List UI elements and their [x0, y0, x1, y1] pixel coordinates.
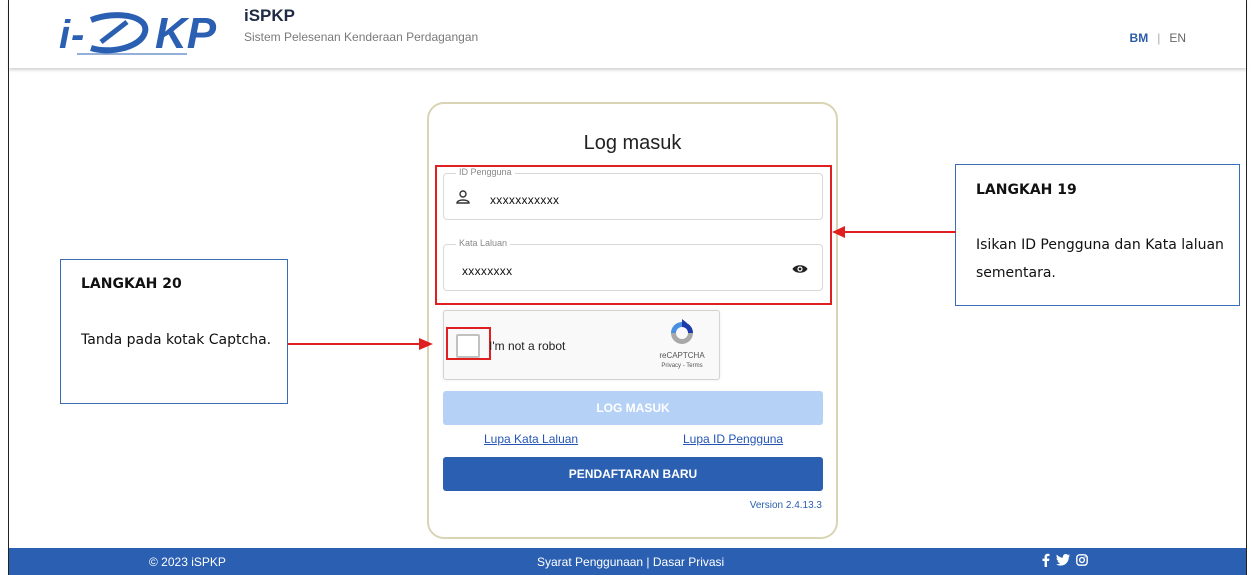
- forgot-password-link[interactable]: Lupa Kata Laluan: [484, 432, 578, 446]
- footer-links[interactable]: Syarat Penggunaan | Dasar Privasi: [537, 555, 724, 569]
- register-button[interactable]: PENDAFTARAN BARU: [443, 457, 823, 491]
- top-header: i - KP iSPKP Sistem Pelesenan Kenderaan …: [9, 0, 1246, 68]
- annotation-step-20-body: Tanda pada kotak Captcha.: [81, 332, 272, 348]
- login-button[interactable]: LOG MASUK: [443, 391, 823, 425]
- login-card: Log masuk ID Pengguna xxxxxxxxxxx Kata L…: [427, 102, 838, 539]
- social-links: [1041, 553, 1088, 567]
- twitter-icon[interactable]: [1056, 554, 1070, 566]
- lang-en-link[interactable]: EN: [1169, 31, 1186, 45]
- lang-bm-link[interactable]: BM: [1130, 31, 1149, 45]
- recaptcha-widget: I'm not a robot reCAPTCHA Privacy - Term…: [443, 310, 720, 380]
- footer-copyright: © 2023 iSPKP: [149, 555, 226, 569]
- captcha-highlight: [446, 327, 491, 360]
- lang-separator: |: [1157, 31, 1161, 45]
- version-label: Version 2.4.13.3: [749, 500, 822, 511]
- annotation-step-20-title: LANGKAH 20: [81, 276, 182, 292]
- recaptcha-icon: [671, 319, 693, 344]
- recaptcha-privacy-terms[interactable]: Privacy - Terms: [652, 363, 712, 369]
- annotation-step-19-body: Isikan ID Pengguna dan Kata laluan semen…: [976, 237, 1224, 281]
- facebook-icon[interactable]: [1041, 553, 1050, 567]
- svg-text:KP: KP: [155, 9, 217, 58]
- language-switcher: BM | EN: [1130, 31, 1186, 45]
- annotation-step-20: LANGKAH 20 Tanda pada kotak Captcha.: [60, 259, 288, 404]
- footer-bar: © 2023 iSPKP Syarat Penggunaan | Dasar P…: [9, 548, 1246, 575]
- arrow-step-20: [288, 338, 433, 350]
- ispkp-logo: i - KP: [59, 9, 217, 58]
- arrow-step-19: [832, 226, 956, 238]
- captcha-label: I'm not a robot: [489, 339, 566, 353]
- annotation-step-19: LANGKAH 19 Isikan ID Pengguna dan Kata l…: [955, 164, 1240, 306]
- forgot-id-link[interactable]: Lupa ID Pengguna: [683, 432, 783, 446]
- instagram-icon[interactable]: [1076, 554, 1088, 566]
- credentials-highlight: [435, 165, 832, 305]
- annotation-step-19-title: LANGKAH 19: [976, 182, 1077, 198]
- svg-text:-: -: [71, 13, 84, 57]
- svg-text:i: i: [59, 13, 71, 57]
- app-subtitle: Sistem Pelesenan Kenderaan Perdagangan: [244, 30, 479, 44]
- app-title: iSPKP: [244, 6, 296, 25]
- login-title: Log masuk: [583, 132, 682, 154]
- recaptcha-brand: reCAPTCHA: [659, 351, 705, 360]
